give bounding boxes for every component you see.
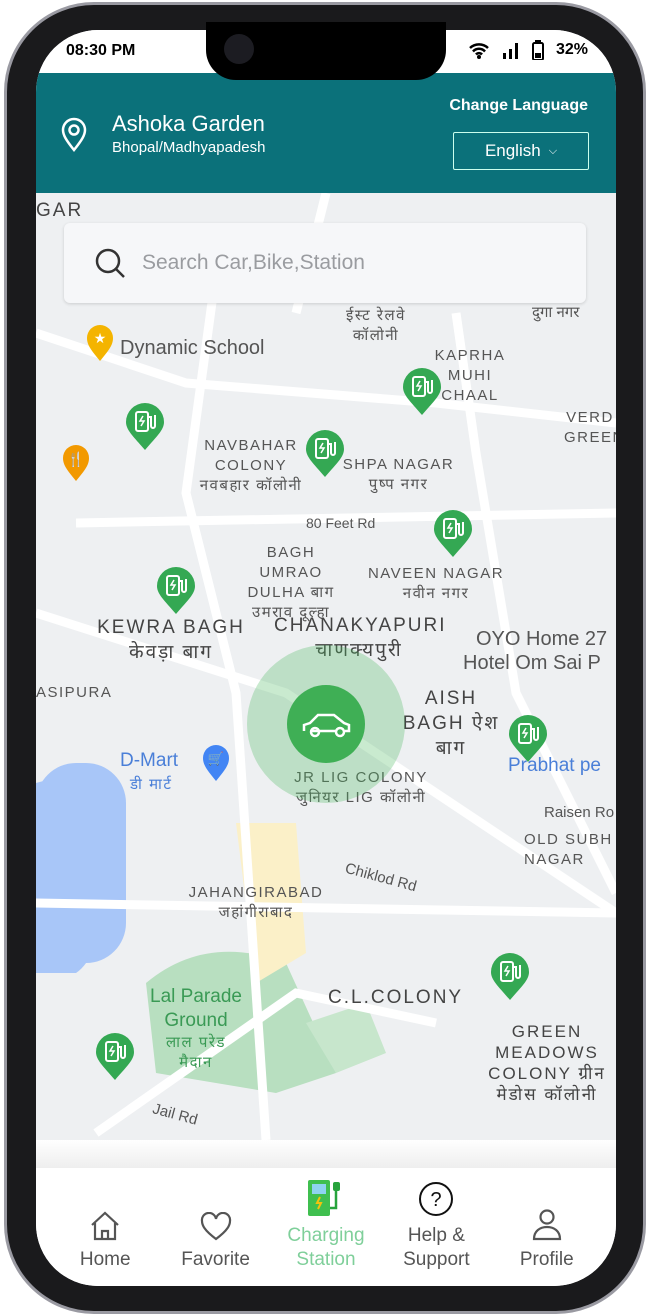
current-location-car-marker[interactable] bbox=[287, 685, 365, 763]
charging-station-marker[interactable] bbox=[402, 368, 442, 416]
map[interactable]: Search Car,Bike,Station GAR Dynamic Scho… bbox=[36, 193, 616, 1140]
map-label: BAGH UMRAO DULHA बाग उमराव दूल्हा bbox=[247, 544, 335, 621]
svg-text:★: ★ bbox=[94, 330, 107, 346]
search-bar[interactable]: Search Car,Bike,Station bbox=[64, 223, 586, 303]
profile-icon bbox=[532, 1209, 561, 1241]
charging-station-marker[interactable] bbox=[125, 403, 165, 451]
school-marker-icon[interactable]: ★ bbox=[86, 323, 126, 371]
map-label: NAVEEN NAGAR नवीन नगर bbox=[367, 565, 505, 602]
chevron-down-icon: ⌵ bbox=[548, 144, 558, 157]
location-title[interactable]: Ashoka Garden bbox=[112, 111, 265, 137]
map-label: JAHANGIRABAD जहांगीराबाद bbox=[188, 884, 324, 921]
wifi-icon bbox=[469, 43, 489, 59]
map-label: ईस्ट रेलवे कॉलोनी bbox=[345, 307, 407, 344]
map-label: SHPA NAGAR पुष्प नगर bbox=[342, 456, 455, 493]
map-label: दुगा नगर bbox=[532, 304, 580, 321]
map-label-poi[interactable]: Dynamic School bbox=[120, 338, 265, 358]
nav-label: Home bbox=[79, 1249, 131, 1270]
location-header: Ashoka Garden Bhopal/Madhyapadesh Change… bbox=[36, 73, 616, 193]
map-label-poi: डी मार्ट bbox=[130, 776, 173, 793]
map-label: Raisen Ro bbox=[544, 804, 615, 821]
map-label: GREEN MEADOWS COLONY ग्रीन मेडोस कॉलोनी bbox=[488, 1022, 606, 1104]
map-label: GAR bbox=[36, 200, 84, 221]
map-label-poi[interactable]: D-Mart bbox=[120, 751, 178, 771]
map-label: AISH BAGH ऐश बाग bbox=[402, 688, 500, 759]
charging-station-marker[interactable] bbox=[490, 953, 530, 1001]
nav-help-support[interactable]: ? Help & Support bbox=[386, 1168, 486, 1286]
change-language-label: Change Language bbox=[449, 97, 588, 114]
nav-label: Charging Station bbox=[287, 1225, 365, 1270]
car-icon bbox=[302, 713, 351, 738]
nav-label: Help & Support bbox=[403, 1225, 470, 1270]
home-icon bbox=[91, 1211, 119, 1241]
language-value: English bbox=[484, 141, 541, 160]
map-label: NAVBAHAR COLONY नवबहार कॉलोनी bbox=[199, 437, 303, 494]
heart-icon bbox=[200, 1212, 231, 1241]
map-label: KAPRHA MUHI CHAAL bbox=[434, 347, 506, 404]
charging-station-icon bbox=[307, 1180, 340, 1216]
signal-icon bbox=[502, 43, 518, 59]
map-label: 80 Feet Rd bbox=[306, 515, 376, 531]
restaurant-marker-icon[interactable]: 🍴 bbox=[62, 443, 102, 491]
shopping-marker-icon[interactable]: 🛒 bbox=[202, 743, 242, 791]
nav-home[interactable]: Home bbox=[55, 1168, 155, 1286]
map-label-poi[interactable]: Hotel Om Sai P bbox=[463, 653, 601, 673]
map-label: ASIPURA bbox=[36, 684, 113, 701]
battery-icon bbox=[531, 40, 544, 60]
map-label: KEWRA BAGH केवड़ा बाग bbox=[97, 617, 245, 663]
svg-text:?: ? bbox=[431, 1189, 442, 1211]
language-dropdown[interactable]: English ⌵ bbox=[453, 132, 589, 170]
screen: 08:30 PM 32% Ashoka Garden Bhopal/Madhya… bbox=[36, 30, 616, 1286]
svg-text:🍴: 🍴 bbox=[67, 451, 84, 468]
search-icon bbox=[95, 248, 125, 278]
front-camera bbox=[224, 34, 254, 64]
location-pin-icon bbox=[61, 117, 87, 153]
status-time: 08:30 PM bbox=[66, 42, 136, 59]
nav-charging-station[interactable]: Charging Station bbox=[276, 1168, 376, 1286]
charging-station-marker[interactable] bbox=[433, 510, 473, 558]
charging-station-marker[interactable] bbox=[508, 715, 548, 763]
map-label-poi[interactable]: OYO Home 27 bbox=[476, 629, 607, 649]
map-label: C.L.COLONY bbox=[328, 987, 464, 1008]
nav-label: Profile bbox=[519, 1249, 574, 1270]
location-subtitle: Bhopal/Madhyapadesh bbox=[112, 139, 266, 156]
svg-text:🛒: 🛒 bbox=[208, 751, 224, 766]
map-label: OLD SUBH NAGAR bbox=[524, 831, 613, 868]
nav-profile[interactable]: Profile bbox=[497, 1168, 597, 1286]
nav-label: Favorite bbox=[181, 1249, 250, 1270]
search-placeholder: Search Car,Bike,Station bbox=[142, 251, 365, 274]
divider bbox=[36, 1140, 616, 1168]
battery-percent: 32% bbox=[555, 41, 588, 58]
map-label: लाल परेड मैदान bbox=[165, 1034, 227, 1071]
bottom-nav: Home Favorite Charging Station ? Help & … bbox=[36, 1168, 616, 1286]
help-icon: ? bbox=[419, 1182, 454, 1216]
map-label-poi[interactable]: Lal Parade Ground bbox=[136, 985, 256, 1033]
charging-station-marker[interactable] bbox=[156, 567, 196, 615]
charging-station-marker[interactable] bbox=[305, 430, 345, 478]
nav-favorite[interactable]: Favorite bbox=[166, 1168, 266, 1286]
map-label: VERD GREEN bbox=[564, 409, 616, 446]
charging-station-marker[interactable] bbox=[95, 1033, 135, 1081]
